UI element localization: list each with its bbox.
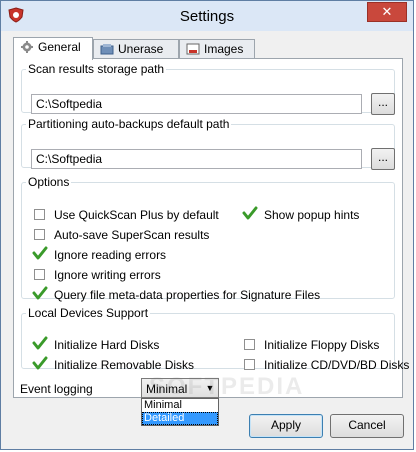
init-cd-dvd-bd-checkbox[interactable] xyxy=(244,359,255,370)
window-title: Settings xyxy=(179,8,235,25)
ignore-writing-option[interactable]: Ignore writing errors xyxy=(34,267,234,283)
settings-window: Settings ✕ General Unerase Images Scan r… xyxy=(0,0,414,450)
backup-path-legend: Partitioning auto-backups default path xyxy=(28,117,230,131)
ignore-writing-checkbox[interactable] xyxy=(34,269,45,280)
auto-save-checkbox[interactable] xyxy=(34,229,45,240)
local-devices-group: Local Devices Support Initialize Hard Di… xyxy=(21,306,409,372)
scan-path-group: Scan results storage path ... xyxy=(21,62,395,115)
init-hard-disks-option[interactable]: Initialize Hard Disks xyxy=(32,335,224,353)
tab-images-label: Images xyxy=(204,42,244,56)
dropdown-option-detailed[interactable]: Detailed xyxy=(142,412,218,425)
init-cd-dvd-bd-option[interactable]: Initialize CD/DVD/BD Disks xyxy=(244,357,409,373)
ignore-reading-option[interactable]: Ignore reading errors xyxy=(32,245,234,263)
title-bar: Settings ✕ xyxy=(1,1,413,31)
chevron-down-icon[interactable]: ▼ xyxy=(202,379,218,397)
event-logging-label: Event logging xyxy=(20,382,93,396)
query-metadata-option[interactable]: Query file meta-data properties for Sign… xyxy=(32,285,354,303)
quickscan-plus-option[interactable]: Use QuickScan Plus by default xyxy=(34,207,234,223)
tab-unerase-label: Unerase xyxy=(118,42,164,56)
tab-general-label: General xyxy=(38,40,81,54)
options-group: Options Use QuickScan Plus by default Au… xyxy=(21,175,395,302)
tab-images[interactable]: Images xyxy=(179,39,255,58)
checkmark-icon[interactable] xyxy=(32,285,48,301)
tab-general[interactable]: General xyxy=(13,37,93,60)
unerase-icon xyxy=(100,44,114,55)
scan-path-input[interactable] xyxy=(31,94,362,114)
images-icon xyxy=(186,43,200,55)
scan-path-legend: Scan results storage path xyxy=(28,62,165,76)
backup-path-input[interactable] xyxy=(31,149,362,169)
scan-path-browse-button[interactable]: ... xyxy=(371,93,395,115)
gear-icon xyxy=(21,41,33,53)
apply-button[interactable]: Apply xyxy=(249,414,323,438)
checkmark-icon[interactable] xyxy=(32,335,48,351)
backup-path-group: Partitioning auto-backups default path .… xyxy=(21,117,395,170)
backup-path-browse-button[interactable]: ... xyxy=(371,148,395,170)
general-tab-panel: Scan results storage path ... Partitioni… xyxy=(13,58,409,398)
event-logging-dropdown: Minimal Detailed xyxy=(141,398,219,426)
options-legend: Options xyxy=(28,175,70,189)
auto-save-option[interactable]: Auto-save SuperScan results xyxy=(34,227,234,243)
cancel-button[interactable]: Cancel xyxy=(330,414,404,438)
close-button[interactable]: ✕ xyxy=(367,2,407,22)
checkmark-icon[interactable] xyxy=(32,355,48,371)
local-devices-legend: Local Devices Support xyxy=(28,306,149,320)
checkmark-icon[interactable] xyxy=(242,205,258,221)
init-floppy-disks-checkbox[interactable] xyxy=(244,339,255,350)
quickscan-plus-checkbox[interactable] xyxy=(34,209,45,220)
init-removable-disks-option[interactable]: Initialize Removable Disks xyxy=(32,355,224,373)
event-logging-select[interactable]: Minimal ▼ xyxy=(141,378,219,398)
checkmark-icon[interactable] xyxy=(32,245,48,261)
event-logging-value: Minimal xyxy=(146,382,188,396)
show-popup-hints-option[interactable]: Show popup hints xyxy=(242,205,384,223)
init-floppy-disks-option[interactable]: Initialize Floppy Disks xyxy=(244,337,389,353)
dropdown-option-minimal[interactable]: Minimal xyxy=(142,399,218,412)
tab-unerase[interactable]: Unerase xyxy=(93,39,179,58)
